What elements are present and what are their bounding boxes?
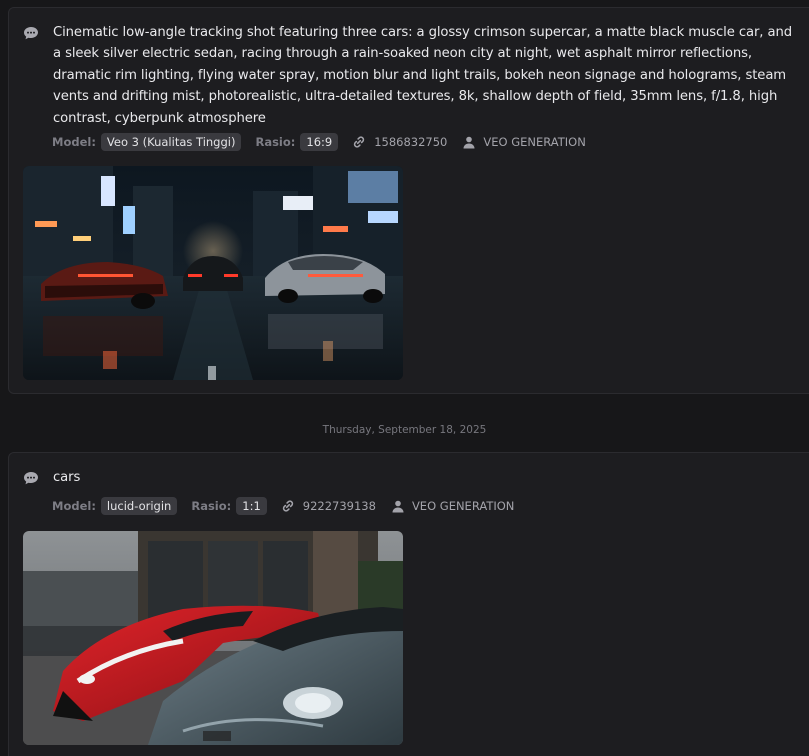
prompt-text: cars — [53, 470, 81, 485]
generation-card: cars Model: lucid-origin Rasio: 1:1 9222… — [8, 452, 809, 756]
chat-bubble-icon — [24, 27, 38, 40]
parked-sports-cars-image — [23, 531, 403, 745]
generated-image-thumbnail[interactable] — [23, 166, 403, 380]
meta-row: Model: Veo 3 (Kualitas Tinggi) Rasio: 16… — [52, 133, 602, 151]
chat-bubble-icon — [24, 472, 38, 485]
generated-image-thumbnail[interactable] — [23, 531, 403, 745]
seed-value: 1586832750 — [374, 135, 448, 149]
source-label: VEO GENERATION — [411, 499, 515, 513]
seed[interactable]: 1586832750 — [352, 135, 447, 149]
ratio-badge: 1:1 — [236, 497, 267, 515]
prompt-row: cars — [23, 467, 797, 488]
prompt-row: Cinematic low-angle tracking shot featur… — [23, 22, 797, 129]
link-icon — [282, 500, 293, 512]
seed-value: 9222739138 — [302, 499, 376, 513]
meta-row: Model: lucid-origin Rasio: 1:1 922273913… — [52, 497, 530, 515]
model-badge: lucid-origin — [100, 497, 178, 515]
seed[interactable]: 9222739138 — [281, 499, 376, 513]
user-icon — [463, 136, 475, 148]
model-label: Model: — [52, 499, 96, 513]
source: VEO GENERATION — [463, 135, 586, 149]
model-label: Model: — [52, 135, 96, 149]
link-icon — [354, 136, 365, 148]
model-badge: Veo 3 (Kualitas Tinggi) — [100, 133, 242, 151]
prompt-text: Cinematic low-angle tracking shot featur… — [53, 25, 792, 126]
ratio-badge: 16:9 — [300, 133, 339, 151]
night-city-race-image — [23, 166, 403, 380]
source-label: VEO GENERATION — [483, 135, 586, 149]
ratio-label: Rasio: — [191, 499, 232, 513]
ratio-label: Rasio: — [255, 135, 296, 149]
date-separator: Thursday, September 18, 2025 — [322, 424, 487, 436]
generation-card: Cinematic low-angle tracking shot featur… — [8, 7, 809, 394]
user-icon — [392, 500, 404, 512]
source: VEO GENERATION — [392, 499, 514, 513]
